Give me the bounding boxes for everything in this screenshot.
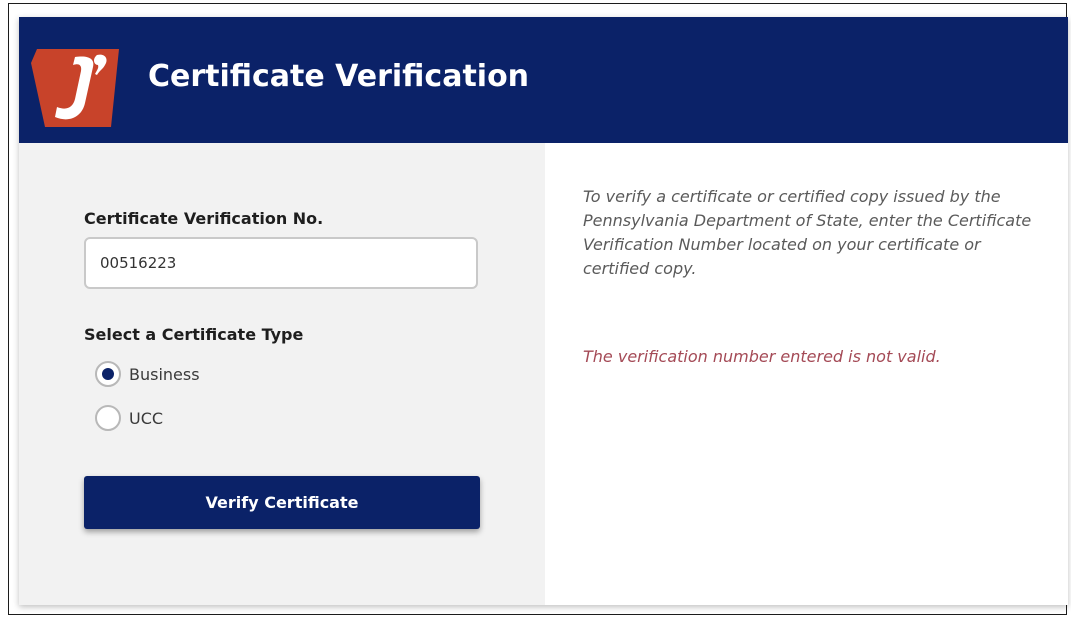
radio-label-business: Business <box>129 364 200 384</box>
error-message: The verification number entered is not v… <box>583 347 941 366</box>
radio-button-ucc[interactable] <box>95 405 121 431</box>
radio-option-business[interactable]: Business <box>95 361 200 387</box>
verification-number-label: Certificate Verification No. <box>84 209 324 228</box>
pa-keystone-logo-icon <box>31 49 119 127</box>
radio-label-ucc: UCC <box>129 408 164 428</box>
form-panel: Certificate Verification No. Select a Ce… <box>19 143 545 605</box>
radio-selected-dot <box>102 368 114 380</box>
verification-card: Certificate Verification Certificate Ver… <box>19 17 1068 605</box>
verification-number-input[interactable] <box>84 237 478 289</box>
page-title: Certificate Verification <box>148 59 530 94</box>
verify-certificate-button[interactable]: Verify Certificate <box>84 476 480 529</box>
info-panel: To verify a certificate or certified cop… <box>545 143 1068 605</box>
radio-button-business[interactable] <box>95 361 121 387</box>
radio-option-ucc[interactable]: UCC <box>95 405 163 431</box>
instructions-text: To verify a certificate or certified cop… <box>583 187 1032 278</box>
certificate-type-label: Select a Certificate Type <box>84 325 304 344</box>
header-bar: Certificate Verification <box>19 17 1068 143</box>
